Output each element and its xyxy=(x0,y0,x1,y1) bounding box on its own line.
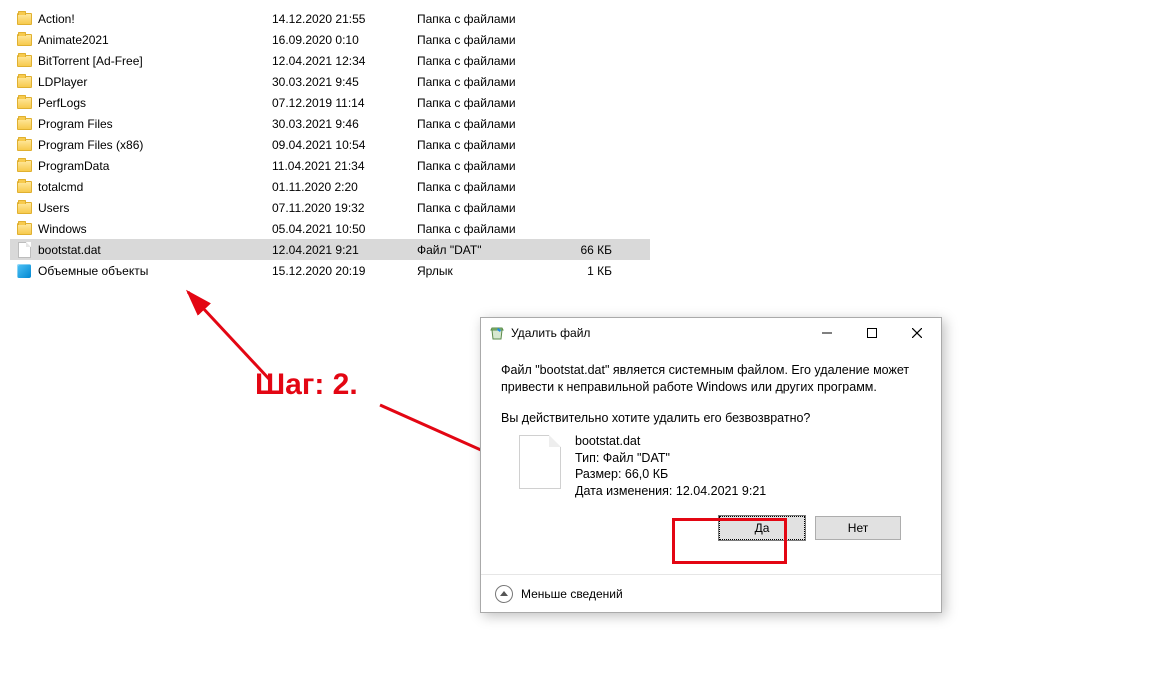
dialog-warning-text: Файл "bootstat.dat" является системным ф… xyxy=(501,362,921,396)
file-type-cell: Папка с файлами xyxy=(417,201,552,215)
file-row[interactable]: ProgramData11.04.2021 21:34Папка с файла… xyxy=(10,155,650,176)
file-row[interactable]: Program Files30.03.2021 9:46Папка с файл… xyxy=(10,113,650,134)
file-name-cell: PerfLogs xyxy=(34,96,272,110)
file-type-cell: Папка с файлами xyxy=(417,54,552,68)
step-annotation: Шаг: 2. xyxy=(255,368,358,402)
file-details: bootstat.dat Тип: Файл "DAT" Размер: 66,… xyxy=(575,433,766,501)
dialog-footer[interactable]: Меньше сведений xyxy=(481,574,941,612)
file-name-cell: Windows xyxy=(34,222,272,236)
file-date-cell: 01.11.2020 2:20 xyxy=(272,180,417,194)
file-name-cell: Program Files (x86) xyxy=(34,138,272,152)
file-date-cell: 30.03.2021 9:45 xyxy=(272,75,417,89)
folder-icon xyxy=(14,223,34,235)
minimize-button[interactable] xyxy=(804,319,849,347)
file-icon xyxy=(14,242,34,258)
no-button[interactable]: Нет xyxy=(815,516,901,540)
dialog-confirm-text: Вы действительно хотите удалить его безв… xyxy=(501,410,921,427)
dialog-body: Файл "bootstat.dat" является системным ф… xyxy=(481,348,941,540)
dialog-titlebar: Удалить файл xyxy=(481,318,941,348)
file-row[interactable]: PerfLogs07.12.2019 11:14Папка с файлами xyxy=(10,92,650,113)
file-name-cell: Animate2021 xyxy=(34,33,272,47)
file-icon xyxy=(519,435,561,489)
file-date-cell: 07.12.2019 11:14 xyxy=(272,96,417,110)
file-date-cell: 05.04.2021 10:50 xyxy=(272,222,417,236)
folder-icon xyxy=(14,13,34,25)
file-name-cell: ProgramData xyxy=(34,159,272,173)
file-row[interactable]: Windows05.04.2021 10:50Папка с файлами xyxy=(10,218,650,239)
file-row[interactable]: Action!14.12.2020 21:55Папка с файлами xyxy=(10,8,650,29)
file-name-cell: Program Files xyxy=(34,117,272,131)
file-type: Тип: Файл "DAT" xyxy=(575,450,766,467)
file-type-cell: Папка с файлами xyxy=(417,222,552,236)
delete-file-dialog: Удалить файл Файл "bootstat.dat" являетс… xyxy=(480,317,942,613)
folder-icon xyxy=(14,76,34,88)
file-name-cell: Action! xyxy=(34,12,272,26)
file-date-cell: 12.04.2021 9:21 xyxy=(272,243,417,257)
folder-icon xyxy=(14,34,34,46)
file-name-cell: bootstat.dat xyxy=(34,243,272,257)
file-row[interactable]: Program Files (x86)09.04.2021 10:54Папка… xyxy=(10,134,650,155)
folder-icon xyxy=(14,160,34,172)
file-size: Размер: 66,0 КБ xyxy=(575,466,766,483)
file-type-cell: Файл "DAT" xyxy=(417,243,552,257)
file-date-cell: 16.09.2020 0:10 xyxy=(272,33,417,47)
chevron-up-icon xyxy=(495,585,513,603)
folder-icon xyxy=(14,97,34,109)
file-row[interactable]: LDPlayer30.03.2021 9:45Папка с файлами xyxy=(10,71,650,92)
maximize-button[interactable] xyxy=(849,319,894,347)
file-name-cell: BitTorrent [Ad-Free] xyxy=(34,54,272,68)
file-type-cell: Папка с файлами xyxy=(417,33,552,47)
file-type-cell: Ярлык xyxy=(417,264,552,278)
file-type-cell: Папка с файлами xyxy=(417,96,552,110)
file-date-cell: 15.12.2020 20:19 xyxy=(272,264,417,278)
file-date-cell: 14.12.2020 21:55 xyxy=(272,12,417,26)
file-type-cell: Папка с файлами xyxy=(417,180,552,194)
file-row[interactable]: Объемные объекты15.12.2020 20:19Ярлык1 К… xyxy=(10,260,650,281)
close-button[interactable] xyxy=(894,319,939,347)
file-date-cell: 12.04.2021 12:34 xyxy=(272,54,417,68)
folder-icon xyxy=(14,181,34,193)
file-size-cell: 1 КБ xyxy=(552,264,622,278)
file-name-cell: Users xyxy=(34,201,272,215)
file-name-cell: LDPlayer xyxy=(34,75,272,89)
file-date-cell: 30.03.2021 9:46 xyxy=(272,117,417,131)
file-name: bootstat.dat xyxy=(575,433,766,450)
file-type-cell: Папка с файлами xyxy=(417,75,552,89)
cube-icon xyxy=(14,264,34,278)
less-details-label: Меньше сведений xyxy=(521,587,623,601)
folder-icon xyxy=(14,139,34,151)
file-row[interactable]: Animate202116.09.2020 0:10Папка с файлам… xyxy=(10,29,650,50)
file-name-cell: totalcmd xyxy=(34,180,272,194)
recycle-bin-icon xyxy=(489,325,505,341)
file-size-cell: 66 КБ xyxy=(552,243,622,257)
file-date-cell: 11.04.2021 21:34 xyxy=(272,159,417,173)
file-type-cell: Папка с файлами xyxy=(417,12,552,26)
file-type-cell: Папка с файлами xyxy=(417,138,552,152)
file-type-cell: Папка с файлами xyxy=(417,159,552,173)
file-name-cell: Объемные объекты xyxy=(34,264,272,278)
file-date-cell: 07.11.2020 19:32 xyxy=(272,201,417,215)
file-type-cell: Папка с файлами xyxy=(417,117,552,131)
yes-button[interactable]: Да xyxy=(719,516,805,540)
file-date-cell: 09.04.2021 10:54 xyxy=(272,138,417,152)
folder-icon xyxy=(14,202,34,214)
folder-icon xyxy=(14,55,34,67)
file-row[interactable]: Users07.11.2020 19:32Папка с файлами xyxy=(10,197,650,218)
dialog-title: Удалить файл xyxy=(511,326,590,340)
folder-icon xyxy=(14,118,34,130)
file-list: Action!14.12.2020 21:55Папка с файламиAn… xyxy=(10,8,650,281)
file-row[interactable]: totalcmd01.11.2020 2:20Папка с файлами xyxy=(10,176,650,197)
file-row[interactable]: bootstat.dat12.04.2021 9:21Файл "DAT"66 … xyxy=(10,239,650,260)
file-modified: Дата изменения: 12.04.2021 9:21 xyxy=(575,483,766,500)
file-row[interactable]: BitTorrent [Ad-Free]12.04.2021 12:34Папк… xyxy=(10,50,650,71)
